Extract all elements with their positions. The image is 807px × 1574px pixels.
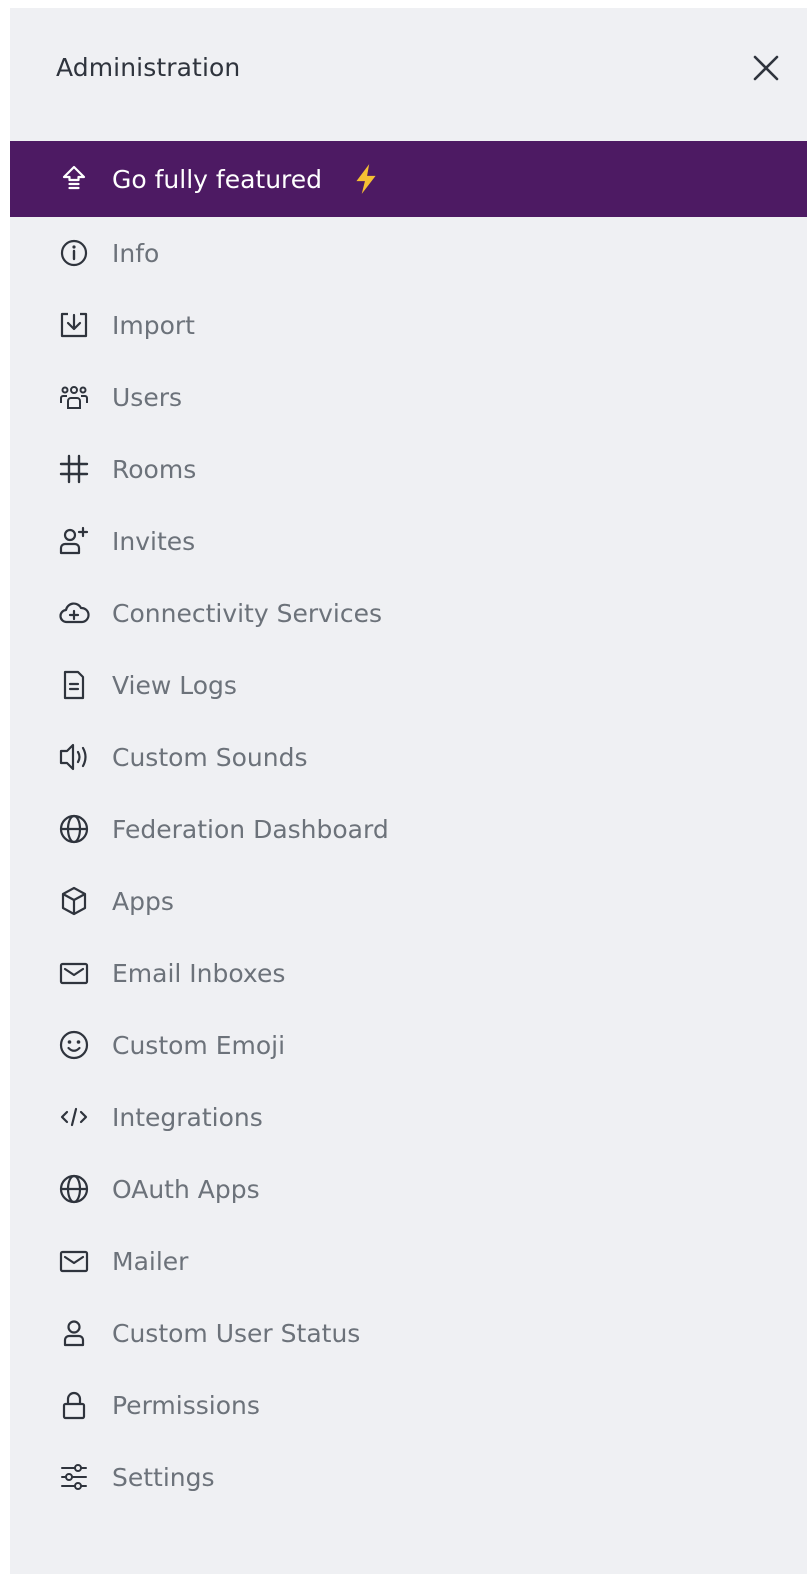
sidebar-item-label: Invites: [112, 526, 196, 556]
hashtag-icon: [56, 451, 92, 487]
admin-menu: Go fully featured Info Import Users Room…: [10, 141, 807, 1513]
code-icon: [56, 1099, 92, 1135]
sidebar-item-view-logs[interactable]: View Logs: [10, 649, 807, 721]
sidebar-item-integrations[interactable]: Integrations: [10, 1081, 807, 1153]
upgrade-arrow-icon: [56, 161, 92, 197]
mail-icon: [56, 1243, 92, 1279]
go-fully-featured-button[interactable]: Go fully featured: [10, 141, 807, 217]
sidebar-item-label: Settings: [112, 1462, 215, 1492]
lock-icon: [56, 1387, 92, 1423]
sidebar-item-federation-dashboard[interactable]: Federation Dashboard: [10, 793, 807, 865]
sidebar-item-permissions[interactable]: Permissions: [10, 1369, 807, 1441]
cube-icon: [56, 883, 92, 919]
close-icon: [753, 55, 779, 81]
info-icon: [56, 235, 92, 271]
sidebar-item-label: Custom Sounds: [112, 742, 308, 772]
sidebar-item-label: Permissions: [112, 1390, 260, 1420]
user-plus-icon: [56, 523, 92, 559]
sidebar-item-email-inboxes[interactable]: Email Inboxes: [10, 937, 807, 1009]
sidebar-item-custom-emoji[interactable]: Custom Emoji: [10, 1009, 807, 1081]
globe-icon: [56, 811, 92, 847]
administration-sidebar: Administration Go fully featured Info Im…: [10, 8, 807, 1574]
sidebar-item-rooms[interactable]: Rooms: [10, 433, 807, 505]
speaker-icon: [56, 739, 92, 775]
sidebar-item-custom-user-status[interactable]: Custom User Status: [10, 1297, 807, 1369]
sidebar-item-label: Users: [112, 382, 183, 412]
sidebar-item-connectivity-services[interactable]: Connectivity Services: [10, 577, 807, 649]
sidebar-item-label: Federation Dashboard: [112, 814, 389, 844]
close-button[interactable]: [748, 50, 784, 86]
sidebar-item-users[interactable]: Users: [10, 361, 807, 433]
sidebar-item-label: Integrations: [112, 1102, 263, 1132]
sidebar-item-label: View Logs: [112, 670, 237, 700]
sidebar-item-label: Connectivity Services: [112, 598, 383, 628]
sidebar-item-invites[interactable]: Invites: [10, 505, 807, 577]
sidebar-item-label: Email Inboxes: [112, 958, 286, 988]
emoji-icon: [56, 1027, 92, 1063]
globe-icon: [56, 1171, 92, 1207]
sidebar-item-mailer[interactable]: Mailer: [10, 1225, 807, 1297]
sidebar-item-label: Rooms: [112, 454, 197, 484]
sidebar-item-info[interactable]: Info: [10, 217, 807, 289]
sidebar-item-settings[interactable]: Settings: [10, 1441, 807, 1513]
sidebar-item-oauth-apps[interactable]: OAuth Apps: [10, 1153, 807, 1225]
sidebar-item-custom-sounds[interactable]: Custom Sounds: [10, 721, 807, 793]
document-icon: [56, 667, 92, 703]
sidebar-item-label: Import: [112, 310, 195, 340]
mail-icon: [56, 955, 92, 991]
user-icon: [56, 1315, 92, 1351]
cloud-plus-icon: [56, 595, 92, 631]
users-icon: [56, 379, 92, 415]
sidebar-item-label: OAuth Apps: [112, 1174, 260, 1204]
lightning-bolt-icon: [348, 161, 384, 197]
sidebar-item-label: Apps: [112, 886, 174, 916]
sidebar-item-import[interactable]: Import: [10, 289, 807, 361]
sidebar-item-apps[interactable]: Apps: [10, 865, 807, 937]
sidebar-title: Administration: [56, 53, 241, 82]
sidebar-header: Administration: [10, 8, 807, 128]
sidebar-item-label: Mailer: [112, 1246, 189, 1276]
sidebar-item-label: Info: [112, 238, 160, 268]
import-icon: [56, 307, 92, 343]
sliders-icon: [56, 1459, 92, 1495]
sidebar-item-label: Custom Emoji: [112, 1030, 286, 1060]
sidebar-item-label: Custom User Status: [112, 1318, 361, 1348]
go-fully-featured-label: Go fully featured: [112, 164, 323, 194]
